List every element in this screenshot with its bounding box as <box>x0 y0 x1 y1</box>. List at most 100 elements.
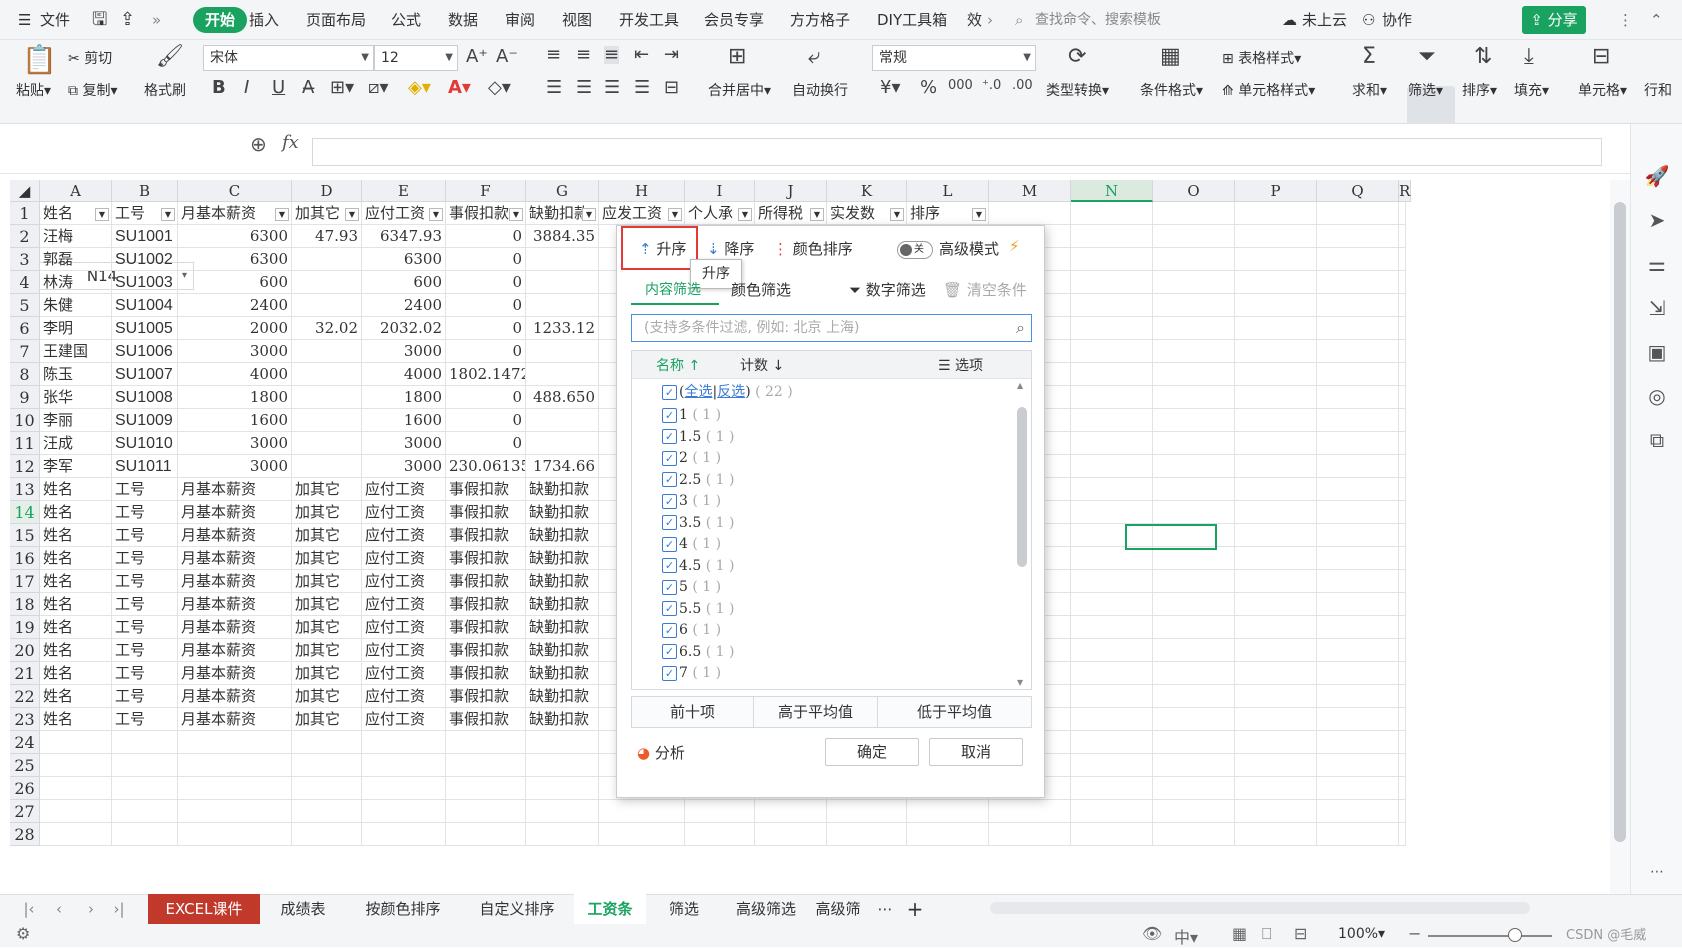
font-name-select[interactable]: 宋体 ▼ <box>203 45 374 71</box>
col-header-l[interactable]: L <box>907 180 989 202</box>
cell-o12[interactable] <box>1153 455 1235 478</box>
tab-diy[interactable]: DIY工具箱 <box>877 0 947 40</box>
cell-f25[interactable] <box>446 754 526 777</box>
cell-c23[interactable]: 月基本薪资 <box>178 708 292 731</box>
cell-r7[interactable] <box>1399 340 1406 363</box>
cell-e5[interactable]: 2400 <box>362 294 446 317</box>
cell-c8[interactable]: 4000 <box>178 363 292 386</box>
cell-o23[interactable] <box>1153 708 1235 731</box>
cell-p28[interactable] <box>1235 823 1317 846</box>
cell-p12[interactable] <box>1235 455 1317 478</box>
cell-i27[interactable] <box>685 800 755 823</box>
bold-icon[interactable]: B <box>212 79 226 97</box>
cell-f23[interactable]: 事假扣款 <box>446 708 526 731</box>
cell-d4[interactable] <box>292 271 362 294</box>
cell-e3[interactable]: 6300 <box>362 248 446 271</box>
input-method-icon[interactable]: 中▾ <box>1174 924 1198 948</box>
cell-o18[interactable] <box>1153 593 1235 616</box>
cell-c2[interactable]: 6300 <box>178 225 292 248</box>
cell-e18[interactable]: 应付工资 <box>362 593 446 616</box>
command-search[interactable]: 查找命令、搜索模板 <box>1035 0 1161 40</box>
cell-o26[interactable] <box>1153 777 1235 800</box>
cell-q1[interactable] <box>1317 202 1399 225</box>
cell-a9[interactable]: 张华 <box>40 386 112 409</box>
cell-n8[interactable] <box>1071 363 1153 386</box>
next-sheet-icon[interactable]: › <box>80 894 102 924</box>
col-header-r[interactable]: R <box>1399 180 1412 202</box>
cell-a12[interactable]: 李军 <box>40 455 112 478</box>
align-center-icon[interactable]: ☰ <box>576 79 592 97</box>
cell-o27[interactable] <box>1153 800 1235 823</box>
cell-g8[interactable] <box>526 363 599 386</box>
filter-dropdown-icon[interactable]: ▼ <box>890 208 904 221</box>
cell-g10[interactable] <box>526 409 599 432</box>
ok-button[interactable]: 确定 <box>825 738 919 766</box>
paste-button[interactable]: 粘贴▾ <box>16 80 51 100</box>
cell-r21[interactable] <box>1399 662 1406 685</box>
cell-r25[interactable] <box>1399 754 1406 777</box>
cell-b17[interactable]: 工号 <box>112 570 178 593</box>
cell-f17[interactable]: 事假扣款 <box>446 570 526 593</box>
cell-o8[interactable] <box>1153 363 1235 386</box>
cell-o14[interactable] <box>1153 501 1235 524</box>
cell-f21[interactable]: 事假扣款 <box>446 662 526 685</box>
compass-icon[interactable]: ◎ <box>1643 384 1671 408</box>
cell-q20[interactable] <box>1317 639 1399 662</box>
cell-e6[interactable]: 2032.02 <box>362 317 446 340</box>
cell-o6[interactable] <box>1153 317 1235 340</box>
cell-q6[interactable] <box>1317 317 1399 340</box>
cell-p19[interactable] <box>1235 616 1317 639</box>
row-header-16[interactable]: 16 <box>10 547 40 570</box>
cell-f1[interactable]: 事假扣款 ▼ <box>446 202 526 225</box>
cell-a19[interactable]: 姓名 <box>40 616 112 639</box>
cell-q14[interactable] <box>1317 501 1399 524</box>
cell-d3[interactable] <box>292 248 362 271</box>
cell-a28[interactable] <box>40 823 112 846</box>
percent-icon[interactable]: % <box>920 79 937 97</box>
cell-p1[interactable] <box>1235 202 1317 225</box>
cell-b12[interactable]: SU1011 <box>112 455 178 478</box>
cell-f24[interactable] <box>446 731 526 754</box>
cell-n26[interactable] <box>1071 777 1153 800</box>
filter-dropdown-icon[interactable]: ▼ <box>345 208 359 221</box>
cell-d22[interactable]: 加其它 <box>292 685 362 708</box>
page-break-icon[interactable]: ⊟ <box>1294 924 1307 943</box>
cell-g9[interactable]: 488.650 <box>526 386 599 409</box>
cell-d8[interactable] <box>292 363 362 386</box>
cell-f7[interactable]: 0 <box>446 340 526 363</box>
cell-c24[interactable] <box>178 731 292 754</box>
cell-g5[interactable] <box>526 294 599 317</box>
cell-e8[interactable]: 4000 <box>362 363 446 386</box>
cell-r24[interactable] <box>1399 731 1406 754</box>
cell-j27[interactable] <box>755 800 827 823</box>
cell-g1[interactable]: 缺勤扣款 ▼ <box>526 202 599 225</box>
cell-c20[interactable]: 月基本薪资 <box>178 639 292 662</box>
cell-d12[interactable] <box>292 455 362 478</box>
cell-b8[interactable]: SU1007 <box>112 363 178 386</box>
cell-d16[interactable]: 加其它 <box>292 547 362 570</box>
cell-f3[interactable]: 0 <box>446 248 526 271</box>
cell-e26[interactable] <box>362 777 446 800</box>
col-header-g[interactable]: G <box>526 180 599 202</box>
cells-icon[interactable]: ⊟ <box>1592 46 1610 68</box>
cell-e24[interactable] <box>362 731 446 754</box>
border-icon[interactable]: ⊞▾ <box>330 79 354 97</box>
cell-p11[interactable] <box>1235 432 1317 455</box>
filter-dropdown-icon[interactable]: ▼ <box>810 208 824 221</box>
font-size-select[interactable]: 12 ▼ <box>374 45 458 71</box>
fill-icon[interactable]: ⤓ <box>1524 46 1534 68</box>
fill-button[interactable]: 填充▾ <box>1514 80 1549 100</box>
cell-q7[interactable] <box>1317 340 1399 363</box>
justify-icon[interactable]: ☰ <box>634 79 650 97</box>
filter-item[interactable]: ✓ 7 ( 1 ) <box>662 662 721 685</box>
conditional-format-button[interactable]: 条件格式▾ <box>1140 80 1203 100</box>
type-convert-icon[interactable]: ⟳ <box>1068 46 1086 68</box>
row-header-2[interactable]: 2 <box>10 225 40 248</box>
cell-q15[interactable] <box>1317 524 1399 547</box>
cell-g20[interactable]: 缺勤扣款 <box>526 639 599 662</box>
cell-d21[interactable]: 加其它 <box>292 662 362 685</box>
zoom-slider-handle[interactable] <box>1508 928 1522 942</box>
cell-d10[interactable] <box>292 409 362 432</box>
cell-o11[interactable] <box>1153 432 1235 455</box>
cell-d26[interactable] <box>292 777 362 800</box>
